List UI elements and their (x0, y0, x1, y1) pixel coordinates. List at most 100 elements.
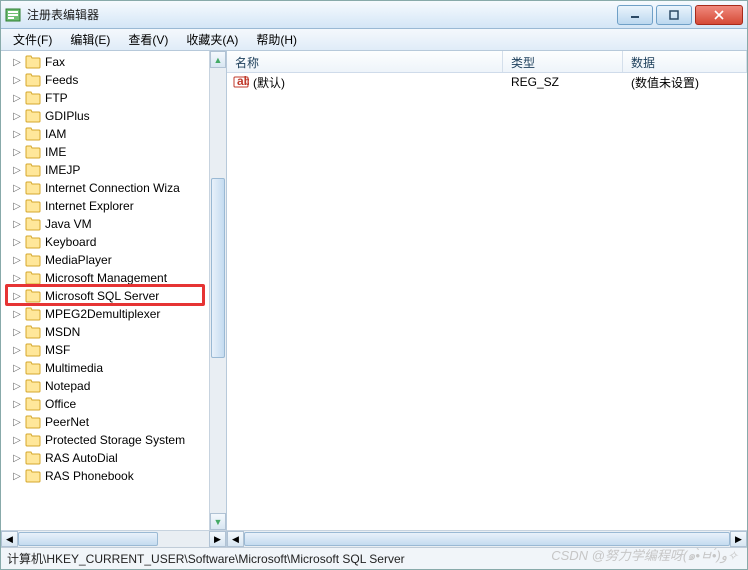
expander-icon[interactable]: ▷ (11, 200, 23, 212)
scroll-thumb[interactable] (211, 178, 225, 358)
tree-node-label: Java VM (45, 217, 92, 231)
tree-node[interactable]: ▷ Fax (3, 53, 209, 71)
expander-icon[interactable]: ▷ (11, 56, 23, 68)
tree-node-label: Notepad (45, 379, 90, 393)
scroll-right-button[interactable]: ▶ (730, 531, 747, 547)
column-header-data[interactable]: 数据 (623, 51, 747, 72)
expander-icon[interactable]: ▷ (11, 470, 23, 482)
tree-node[interactable]: ▷RAS AutoDial (3, 449, 209, 467)
tree-node-label: Feeds (45, 73, 78, 87)
tree-node[interactable]: ▷ RAS Phonebook (3, 467, 209, 485)
scroll-track-h[interactable] (18, 531, 209, 547)
maximize-button[interactable] (656, 5, 692, 25)
window-title: 注册表编辑器 (27, 6, 614, 23)
tree-vertical-scrollbar[interactable]: ▲ ▼ (209, 51, 226, 530)
expander-icon[interactable]: ▷ (11, 236, 23, 248)
tree-node-label: Multimedia (45, 361, 103, 375)
tree-node-label: MSF (45, 343, 70, 357)
scroll-thumb-h[interactable] (18, 532, 158, 546)
tree-node-label: RAS Phonebook (45, 469, 134, 483)
expander-icon[interactable]: ▷ (11, 434, 23, 446)
expander-icon[interactable]: ▷ (11, 182, 23, 194)
tree-node[interactable]: ▷ Notepad (3, 377, 209, 395)
tree-node[interactable]: ▷ Protected Storage System (3, 431, 209, 449)
tree-node[interactable]: ▷ Internet Explorer (3, 197, 209, 215)
list-body: ab (默认) REG_SZ (数值未设置) (227, 73, 747, 530)
value-type: REG_SZ (503, 75, 623, 89)
expander-icon[interactable]: ▷ (11, 272, 23, 284)
tree-node[interactable]: ▷ Multimedia (3, 359, 209, 377)
close-button[interactable] (695, 5, 743, 25)
expander-icon[interactable]: ▷ (11, 290, 23, 302)
status-bar: 计算机\HKEY_CURRENT_USER\Software\Microsoft… (1, 547, 747, 569)
expander-icon[interactable]: ▷ (11, 218, 23, 230)
expander-icon[interactable]: ▷ (11, 254, 23, 266)
tree-node-label: Internet Explorer (45, 199, 134, 213)
list-horizontal-scrollbar[interactable]: ◀ ▶ (227, 530, 747, 547)
tree-node[interactable]: ▷GDIPlus (3, 107, 209, 125)
expander-icon[interactable]: ▷ (11, 308, 23, 320)
tree-node[interactable]: ▷IMEJP (3, 161, 209, 179)
list-header: 名称 类型 数据 (227, 51, 747, 73)
expander-icon[interactable]: ▷ (11, 74, 23, 86)
tree-node[interactable]: ▷Office (3, 395, 209, 413)
tree-node[interactable]: ▷FTP (3, 89, 209, 107)
app-icon (5, 7, 21, 23)
expander-icon[interactable]: ▷ (11, 164, 23, 176)
tree-node[interactable]: ▷ Keyboard (3, 233, 209, 251)
list-pane: 名称 类型 数据 ab (默认) REG_SZ (数值未设置) ◀ ▶ (227, 51, 747, 547)
svg-text:ab: ab (237, 74, 249, 88)
column-header-type[interactable]: 类型 (503, 51, 623, 72)
menu-file[interactable]: 文件(F) (5, 29, 60, 50)
tree-node[interactable]: ▷ IAM (3, 125, 209, 143)
tree-node-label: Keyboard (45, 235, 96, 249)
tree-node[interactable]: ▷ MediaPlayer (3, 251, 209, 269)
minimize-button[interactable] (617, 5, 653, 25)
scroll-left-button[interactable]: ◀ (1, 531, 18, 547)
tree-node[interactable]: ▷Microsoft SQL Server (3, 287, 209, 305)
menu-view[interactable]: 查看(V) (120, 29, 176, 50)
tree-node[interactable]: ▷PeerNet (3, 413, 209, 431)
expander-icon[interactable]: ▷ (11, 452, 23, 464)
tree-node[interactable]: ▷MPEG2Demultiplexer (3, 305, 209, 323)
tree-node[interactable]: ▷Internet Connection Wiza (3, 179, 209, 197)
scroll-track-h[interactable] (244, 531, 730, 547)
tree-node[interactable]: ▷Microsoft Management (3, 269, 209, 287)
tree-node[interactable]: ▷ MSDN (3, 323, 209, 341)
expander-icon[interactable]: ▷ (11, 398, 23, 410)
tree-node-label: MSDN (45, 325, 80, 339)
scroll-down-button[interactable]: ▼ (210, 513, 226, 530)
menu-edit[interactable]: 编辑(E) (62, 29, 118, 50)
scroll-left-button[interactable]: ◀ (227, 531, 244, 547)
expander-icon[interactable]: ▷ (11, 362, 23, 374)
expander-icon[interactable]: ▷ (11, 110, 23, 122)
expander-icon[interactable]: ▷ (11, 380, 23, 392)
scroll-right-button[interactable]: ▶ (209, 531, 226, 547)
tree-pane: ▷Fax▷Feeds▷FTP▷GDIPlus▷IAM▷IME▷IMEJP▷Int… (1, 51, 227, 547)
tree-node[interactable]: ▷ Java VM (3, 215, 209, 233)
tree-horizontal-scrollbar[interactable]: ◀ ▶ (1, 530, 226, 547)
tree-node-label: IAM (45, 127, 66, 141)
tree-node-label: Fax (45, 55, 65, 69)
string-value-icon: ab (233, 74, 249, 90)
tree-node-label: MediaPlayer (45, 253, 112, 267)
expander-icon[interactable]: ▷ (11, 416, 23, 428)
expander-icon[interactable]: ▷ (11, 146, 23, 158)
list-row[interactable]: ab (默认) REG_SZ (数值未设置) (227, 73, 747, 91)
value-name: (默认) (253, 74, 285, 91)
tree-node[interactable]: ▷ Feeds (3, 71, 209, 89)
column-header-name[interactable]: 名称 (227, 51, 503, 72)
scroll-up-button[interactable]: ▲ (210, 51, 226, 68)
expander-icon[interactable]: ▷ (11, 128, 23, 140)
tree-node[interactable]: ▷IME (3, 143, 209, 161)
scroll-thumb-h[interactable] (244, 532, 730, 546)
menu-favorites[interactable]: 收藏夹(A) (178, 29, 246, 50)
scroll-track[interactable] (210, 68, 226, 513)
menu-help[interactable]: 帮助(H) (248, 29, 305, 50)
tree-node-label: Protected Storage System (45, 433, 185, 447)
expander-icon[interactable]: ▷ (11, 344, 23, 356)
tree-node[interactable]: ▷ MSF (3, 341, 209, 359)
main-body: ▷Fax▷Feeds▷FTP▷GDIPlus▷IAM▷IME▷IMEJP▷Int… (1, 51, 747, 547)
expander-icon[interactable]: ▷ (11, 326, 23, 338)
expander-icon[interactable]: ▷ (11, 92, 23, 104)
